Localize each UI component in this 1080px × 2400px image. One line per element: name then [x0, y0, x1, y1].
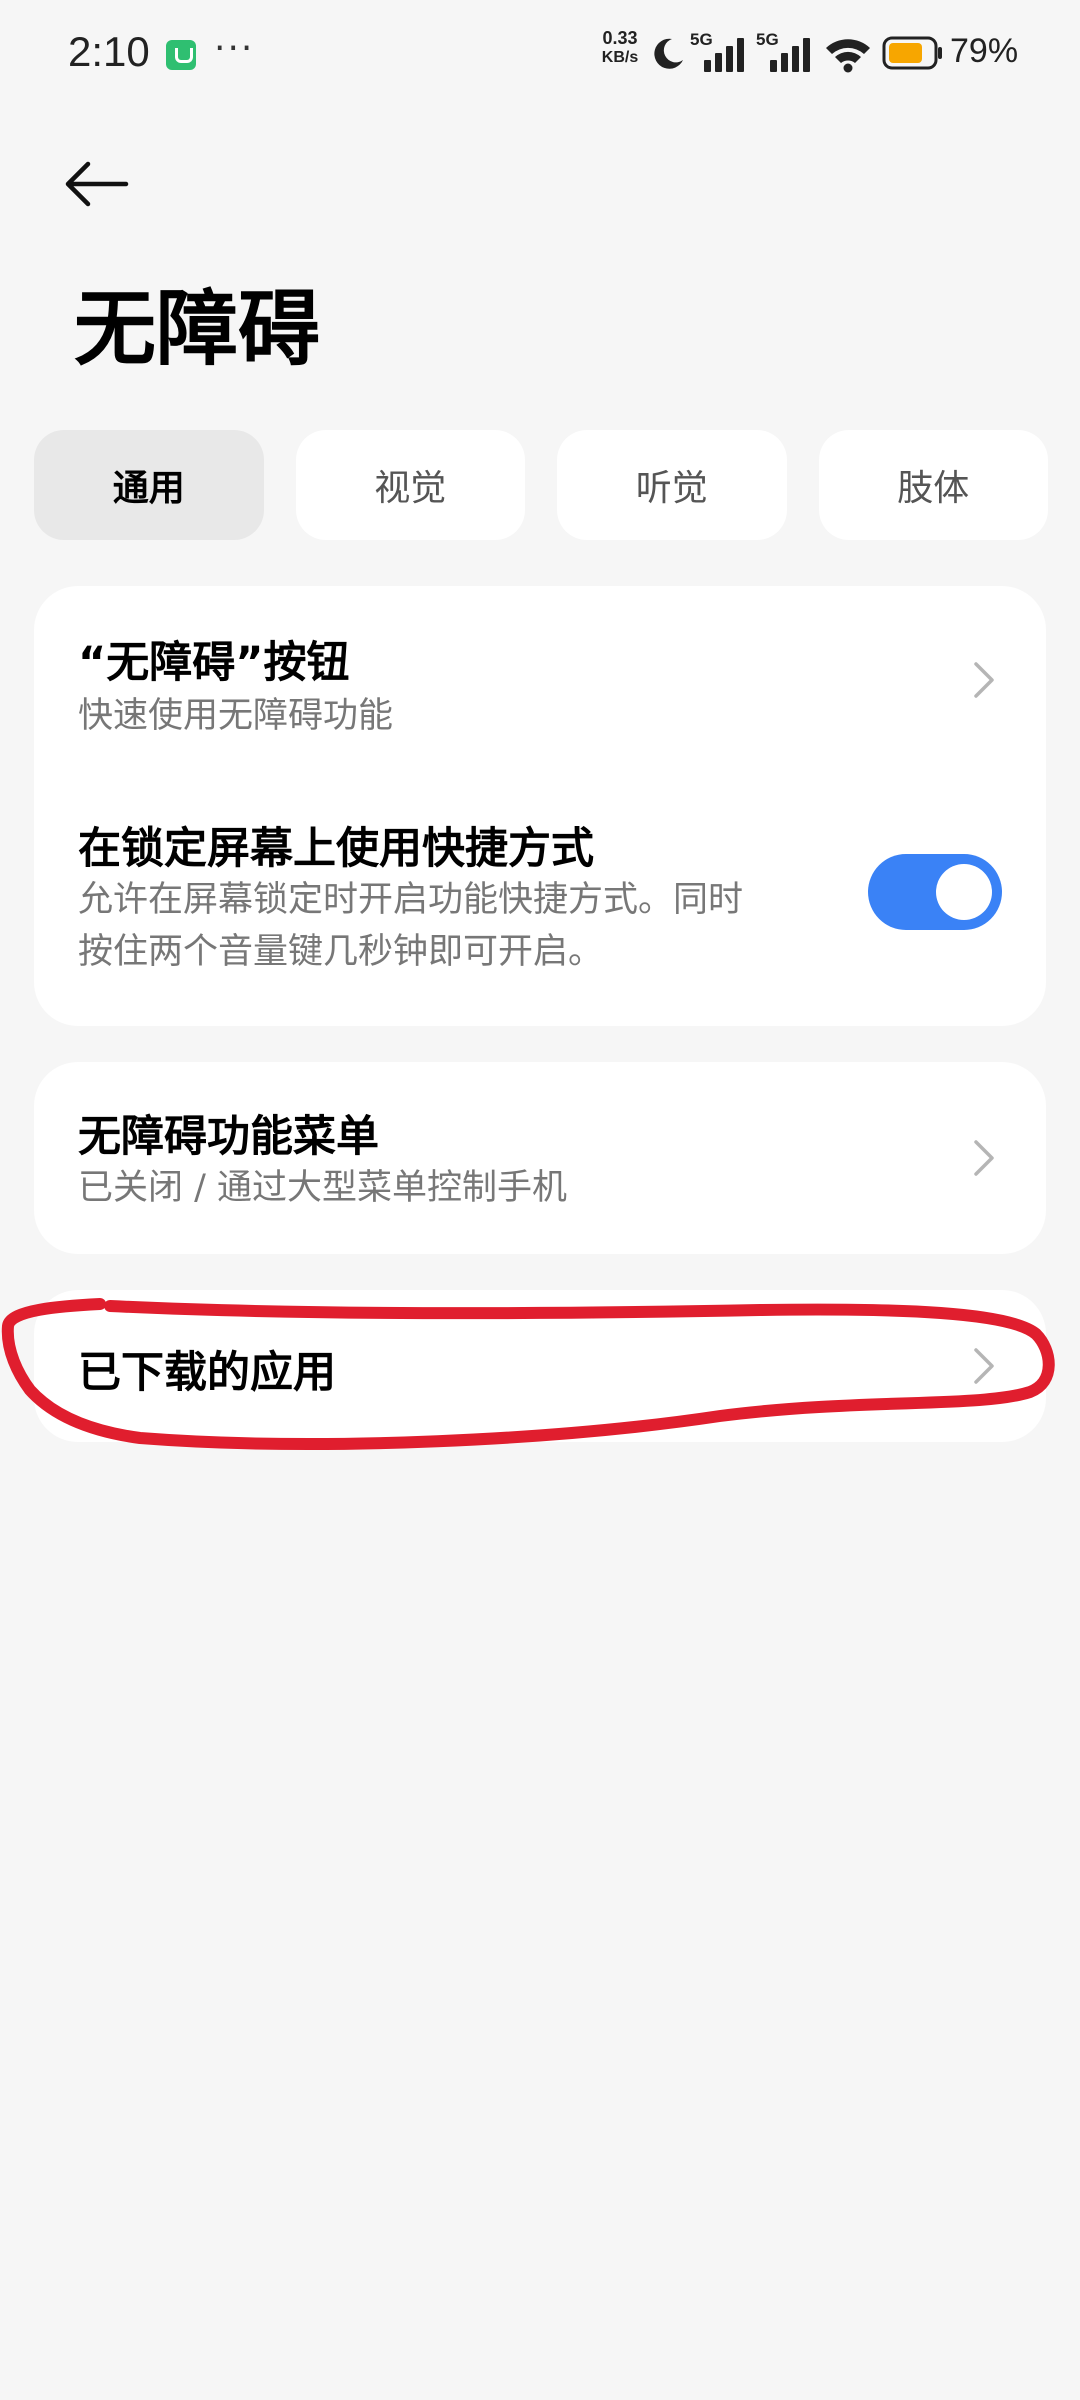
back-button[interactable] [60, 146, 160, 226]
network-speed: 0.33 KB/s [594, 28, 646, 68]
accessibility-menu-row[interactable]: 无障碍功能菜单 已关闭 / 通过大型菜单控制手机 [34, 1062, 1046, 1254]
network-speed-value: 0.33 [602, 28, 638, 48]
page-title: 无障碍 [74, 282, 321, 377]
network-speed-unit: KB/s [601, 49, 639, 66]
app-notification-icon [166, 40, 196, 70]
status-time: 2:10 [68, 28, 150, 75]
battery-icon [882, 36, 944, 74]
tab-physical[interactable]: 肢体 [818, 430, 1048, 540]
lockscreen-shortcut-toggle[interactable] [868, 854, 1002, 930]
do-not-disturb-moon-icon [650, 36, 686, 76]
lockscreen-shortcut-title: 在锁定屏幕上使用快捷方式 [78, 824, 594, 874]
more-notifications-icon: ··· [214, 28, 255, 69]
chevron-right-icon [966, 1134, 1002, 1182]
lockscreen-shortcut-subtitle-line2: 按住两个音量键几秒钟即可开启。 [78, 932, 604, 972]
accessibility-button-subtitle: 快速使用无障碍功能 [78, 696, 394, 736]
chevron-right-icon [966, 656, 1002, 704]
lockscreen-shortcut-subtitle-line1: 允许在屏幕锁定时开启功能快捷方式。同时 [78, 880, 744, 920]
tab-hearing[interactable]: 听觉 [557, 430, 787, 540]
toggle-knob [936, 864, 992, 920]
downloaded-apps-card: 已下载的应用 [34, 1290, 1046, 1442]
tab-vision[interactable]: 视觉 [295, 430, 525, 540]
lockscreen-shortcut-row: 在锁定屏幕上使用快捷方式 允许在屏幕锁定时开启功能快捷方式。同时 按住两个音量键… [34, 776, 1046, 1026]
battery-percent: 79% [950, 32, 1019, 70]
category-tabs: 通用 视觉 听觉 肢体 [34, 430, 1048, 540]
accessibility-menu-card: 无障碍功能菜单 已关闭 / 通过大型菜单控制手机 [34, 1062, 1046, 1254]
status-bar: 2:10 ··· 0.33 KB/s 5G 5G 79% [0, 0, 1080, 108]
downloaded-apps-row[interactable]: 已下载的应用 [34, 1290, 1046, 1442]
tab-general[interactable]: 通用 [34, 430, 264, 540]
shortcuts-card: “无障碍”按钮 快速使用无障碍功能 在锁定屏幕上使用快捷方式 允许在屏幕锁定时开… [34, 586, 1046, 1026]
wifi-icon [824, 36, 872, 78]
accessibility-menu-title: 无障碍功能菜单 [78, 1112, 379, 1162]
accessibility-button-title: “无障碍”按钮 [78, 638, 350, 688]
chevron-right-icon [966, 1342, 1002, 1390]
downloaded-apps-title: 已下载的应用 [78, 1348, 336, 1398]
accessibility-menu-subtitle: 已关闭 / 通过大型菜单控制手机 [78, 1168, 568, 1208]
arrow-left-icon [60, 159, 130, 213]
accessibility-button-row[interactable]: “无障碍”按钮 快速使用无障碍功能 [34, 586, 1046, 776]
